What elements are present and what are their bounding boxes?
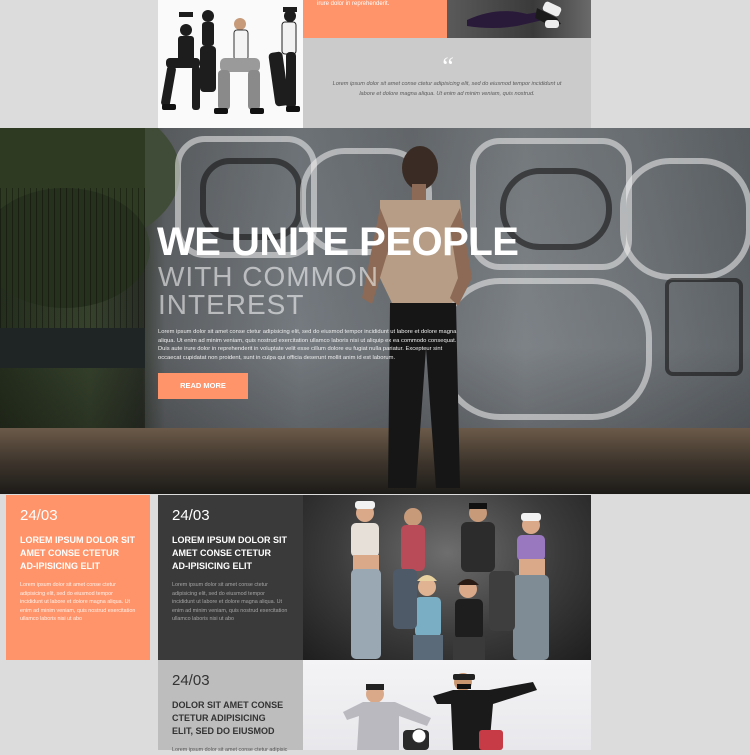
jumping-dancer-photo [447,0,591,38]
breakdancers-illustration [343,673,537,750]
hero-description: Lorem ipsum dolor sit amet conse ctetur … [158,329,457,361]
top-orange-card: irure dolor in reprehenderit. [303,0,447,38]
news-card[interactable]: 24/03 DOLOR SIT AMET CONSE CTETUR ADIPIS… [158,660,303,753]
news-excerpt: Lorem ipsum dolor sit amet conse ctetur … [20,582,136,623]
dance-crew-photo [303,495,591,660]
hero-subtitle: WITH COMMON INTEREST [158,261,379,320]
graffiti-shape [620,158,750,280]
news-card[interactable]: 24/03 LOREM IPSUM DOLOR SIT AMET CONSE C… [6,495,150,660]
dancers-group-photo [158,0,303,128]
news-excerpt: Lorem ipsum dolor sit amet conse ctetur … [172,582,288,623]
dance-crew-illustration [351,501,549,660]
news-title[interactable]: DOLOR SIT AMET CONSE CTETUR ADIPISICING … [172,699,289,738]
parked-cars [0,328,145,368]
jumping-dancer-illustration [467,1,562,29]
electrical-box [665,278,743,376]
news-card[interactable]: 24/03 LOREM IPSUM DOLOR SIT AMET CONSE C… [158,495,303,660]
read-more-button[interactable]: READ MORE [158,373,248,399]
news-date: 24/03 [20,507,58,524]
quote-mark-icon: “ [439,52,455,81]
top-orange-card-text: irure dolor in reprehenderit. [317,1,390,7]
testimonial-text: Lorem ipsum dolor sit amet conse ctetur … [332,81,562,97]
testimonial-quote: “ Lorem ipsum dolor sit amet conse ctetu… [303,38,591,128]
news-date: 24/03 [172,507,210,524]
breakdancers-photo [303,660,591,750]
news-date: 24/03 [172,672,210,689]
hero-title: WE UNITE PEOPLE [157,220,519,264]
dancers-group-illustration [161,7,300,114]
fence [0,188,150,348]
news-title[interactable]: LOREM IPSUM DOLOR SIT AMET CONSE CTETUR … [20,534,136,573]
news-title[interactable]: LOREM IPSUM DOLOR SIT AMET CONSE CTETUR … [172,534,289,573]
news-excerpt: Lorem ipsum dolor sit amet conse ctetur … [172,747,288,753]
